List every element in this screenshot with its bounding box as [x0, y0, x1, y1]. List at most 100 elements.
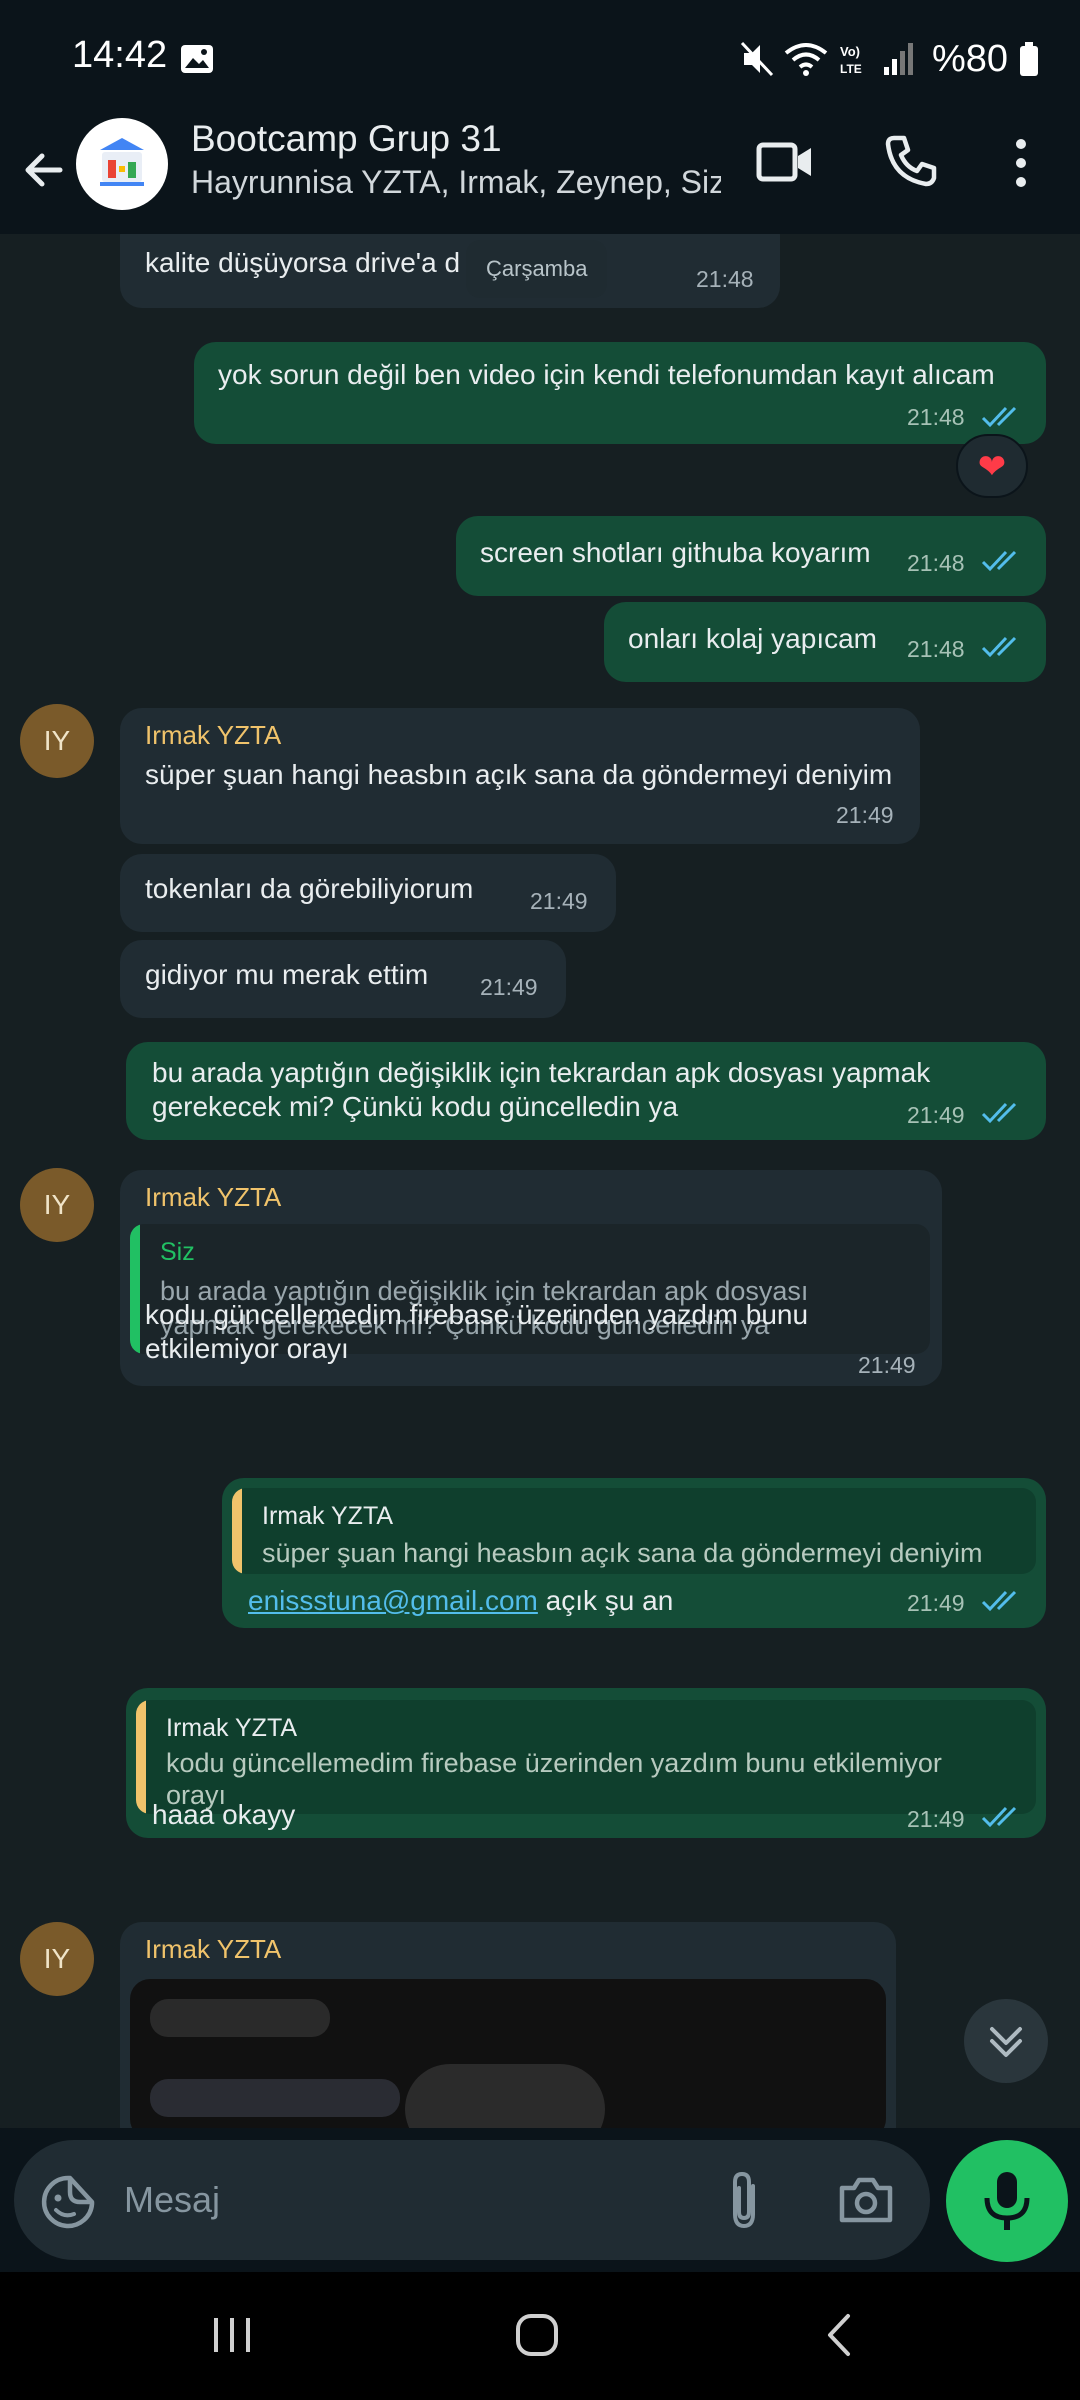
- camera-icon[interactable]: [838, 2174, 894, 2226]
- avatar[interactable]: IY: [20, 1168, 94, 1242]
- message-text: gidiyor mu merak ettim: [145, 959, 429, 990]
- message-incoming[interactable]: gidiyor mu merak ettim 21:49: [120, 940, 566, 1018]
- group-avatar[interactable]: [76, 118, 168, 210]
- school-icon: [100, 138, 144, 186]
- avatar[interactable]: IY: [20, 1922, 94, 1996]
- voice-record-button[interactable]: [946, 2140, 1068, 2262]
- quote-sender: Irmak YZTA: [262, 1502, 394, 1530]
- message-incoming[interactable]: Irmak YZTA Siz bu arada yaptığın değişik…: [120, 1170, 942, 1386]
- recents-icon[interactable]: [210, 2312, 254, 2358]
- status-bar: 14:42 Vo) LTE %80: [0, 0, 1080, 118]
- message-text: süper şuan hangi heasbın açık sana da gö…: [145, 759, 893, 790]
- message-text: tokenları da görebiliyiorum: [145, 873, 474, 904]
- message-time: 21:49: [907, 1806, 965, 1832]
- quote-sender: Siz: [160, 1238, 195, 1266]
- chat-header: Bootcamp Grup 31 Hayrunnisa YZTA, Irmak,…: [0, 118, 1080, 234]
- read-ticks-icon: [981, 1590, 1017, 1612]
- message-outgoing[interactable]: bu arada yaptığın değişiklik için tekrar…: [126, 1042, 1046, 1140]
- quote-bar: [232, 1488, 242, 1574]
- double-chevron-down-icon: [990, 2027, 1022, 2057]
- date-chip: Çarşamba: [466, 240, 608, 298]
- sender-name[interactable]: Irmak YZTA: [145, 1934, 281, 1965]
- message-outgoing[interactable]: onları kolaj yapıcam 21:48: [604, 602, 1046, 682]
- scroll-to-bottom-button[interactable]: [964, 1999, 1048, 2083]
- message-time: 21:49: [480, 974, 538, 1000]
- heart-reaction-icon[interactable]: ❤: [956, 434, 1028, 498]
- battery-icon: [1020, 42, 1038, 76]
- message-text: onları kolaj yapıcam: [628, 623, 878, 654]
- read-ticks-icon: [981, 406, 1017, 428]
- sticker-icon[interactable]: [40, 2174, 96, 2230]
- video-call-icon[interactable]: [756, 140, 814, 184]
- media-blur: [150, 2079, 400, 2117]
- group-members[interactable]: Hayrunnisa YZTA, Irmak, Zeynep, Siz: [191, 164, 721, 201]
- quote-bar: [136, 1700, 146, 1814]
- message-time: 21:48: [907, 636, 965, 662]
- message-text: haaa okayy: [152, 1799, 296, 1830]
- message-input[interactable]: [124, 2170, 684, 2230]
- quote-bar: [130, 1224, 140, 1354]
- message-text-line: gerekecek mi? Çünkü kodu güncelledin ya: [152, 1091, 679, 1122]
- message-input-container[interactable]: [14, 2140, 930, 2260]
- sender-name[interactable]: Irmak YZTA: [145, 1182, 281, 1213]
- voice-call-icon[interactable]: [884, 134, 938, 188]
- message-text-line: kodu güncellemedim firebase üzerinden ya…: [145, 1299, 809, 1330]
- read-ticks-icon: [981, 636, 1017, 658]
- home-icon[interactable]: [514, 2312, 560, 2358]
- message-text-after-link: açık şu an: [537, 1585, 674, 1616]
- message-outgoing[interactable]: Irmak YZTA süper şuan hangi heasbın açık…: [222, 1478, 1046, 1628]
- back-arrow-icon[interactable]: [20, 146, 68, 194]
- message-incoming[interactable]: tokenları da görebiliyiorum 21:49: [120, 854, 616, 932]
- message-input-bar: [0, 2128, 1080, 2272]
- chat-area[interactable]: kalite düşüyorsa drive'a d rim 21:48 Çar…: [0, 234, 1080, 2128]
- message-time: 21:49: [530, 888, 588, 914]
- message-incoming[interactable]: Irmak YZTA süper şuan hangi heasbın açık…: [120, 708, 920, 844]
- group-title[interactable]: Bootcamp Grup 31: [191, 118, 502, 160]
- message-text-line: bu arada yaptığın değişiklik için tekrar…: [152, 1057, 931, 1088]
- microphone-icon: [984, 2172, 1030, 2230]
- message-time: 21:49: [907, 1102, 965, 1128]
- message-text: screen shotları githuba koyarım: [480, 537, 871, 568]
- quote-sender: Irmak YZTA: [166, 1714, 298, 1742]
- sender-name[interactable]: Irmak YZTA: [145, 720, 281, 751]
- battery-percent: %80: [931, 37, 1008, 80]
- message-text: enissstuna@gmail.com açık şu an: [248, 1584, 673, 1618]
- more-options-icon[interactable]: [1006, 136, 1036, 190]
- read-ticks-icon: [981, 550, 1017, 572]
- quoted-message[interactable]: Irmak YZTA süper şuan hangi heasbın açık…: [232, 1488, 1036, 1574]
- download-button[interactable]: [405, 2064, 605, 2128]
- quoted-message[interactable]: Irmak YZTA kodu güncellemedim firebase ü…: [136, 1700, 1036, 1814]
- message-text: kalite düşüyorsa drive'a d: [145, 247, 461, 278]
- image-icon: [181, 45, 213, 73]
- nav-back-icon[interactable]: [822, 2312, 856, 2358]
- email-link[interactable]: enissstuna@gmail.com: [248, 1585, 538, 1616]
- message-time: 21:48: [907, 404, 965, 430]
- volte-icon: Vo) LTE: [840, 44, 862, 76]
- attach-icon[interactable]: [719, 2170, 769, 2230]
- message-outgoing[interactable]: screen shotları githuba koyarım 21:48: [456, 516, 1046, 596]
- svg-text:LTE: LTE: [840, 62, 862, 76]
- mute-icon: [740, 41, 774, 77]
- message-incoming[interactable]: kalite düşüyorsa drive'a d rim 21:48: [120, 234, 780, 308]
- media-blur: [150, 1999, 330, 2037]
- status-time: 14:42: [72, 34, 168, 76]
- message-time: 21:49: [858, 1352, 916, 1378]
- message-outgoing[interactable]: Irmak YZTA kodu güncellemedim firebase ü…: [126, 1688, 1046, 1838]
- quote-text-line: süper şuan hangi heasbın açık sana da gö…: [262, 1538, 983, 1568]
- message-time: 21:49: [907, 1590, 965, 1616]
- signal-icon: [883, 43, 913, 75]
- read-ticks-icon: [981, 1806, 1017, 1828]
- wifi-icon: [784, 43, 828, 76]
- message-text-line: etkilemiyor orayı: [145, 1333, 349, 1364]
- message-text: yok sorun değil ben video için kendi tel…: [218, 359, 995, 390]
- media-preview[interactable]: [130, 1979, 886, 2128]
- quote-text-line: kodu güncellemedim firebase üzerinden ya…: [166, 1748, 942, 1778]
- system-navigation-bar: [0, 2272, 1080, 2400]
- message-time: 21:48: [696, 266, 754, 292]
- read-ticks-icon: [981, 1102, 1017, 1124]
- message-outgoing[interactable]: yok sorun değil ben video için kendi tel…: [194, 342, 1046, 444]
- message-time: 21:49: [836, 802, 894, 828]
- svg-text:Vo): Vo): [840, 44, 860, 59]
- status-icons: Vo) LTE %80: [740, 34, 1040, 84]
- avatar[interactable]: IY: [20, 704, 94, 778]
